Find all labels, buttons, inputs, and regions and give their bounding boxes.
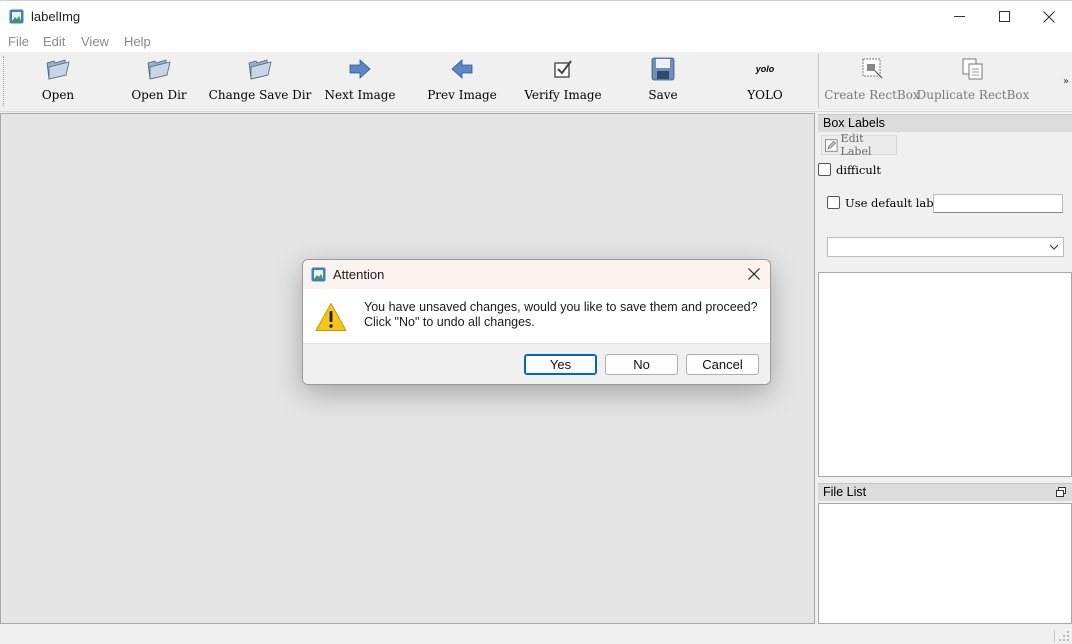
- minimize-button[interactable]: [936, 1, 982, 32]
- dialog-message-line1: You have unsaved changes, would you like…: [364, 300, 758, 314]
- menu-help[interactable]: Help: [124, 34, 151, 49]
- duplicate-icon: [962, 58, 983, 80]
- menu-bar: File Edit View Help: [0, 31, 1072, 52]
- maximize-icon: [998, 11, 1010, 22]
- arrow-right-icon: [349, 59, 371, 79]
- verify-image-button[interactable]: Verify Image: [524, 52, 602, 110]
- open-button[interactable]: Open: [28, 52, 88, 110]
- prev-image-button[interactable]: Prev Image: [427, 52, 497, 110]
- verify-image-label: Verify Image: [524, 88, 602, 102]
- dialog-close-button[interactable]: [746, 266, 762, 282]
- floppy-disk-icon: [651, 57, 675, 81]
- change-save-dir-label: Change Save Dir: [208, 88, 312, 102]
- warning-icon: [315, 303, 347, 331]
- folder-open-icon: [248, 59, 272, 80]
- close-icon: [748, 268, 760, 280]
- use-default-label-text: Use default label: [845, 196, 945, 210]
- toolbar-grip[interactable]: [3, 56, 6, 106]
- label-combobox[interactable]: [827, 237, 1064, 257]
- label-list[interactable]: [818, 272, 1072, 477]
- menu-view[interactable]: View: [81, 34, 109, 49]
- dialog-titlebar: Attention: [303, 260, 770, 289]
- edit-pencil-icon: [825, 138, 838, 152]
- maximize-button[interactable]: [981, 1, 1027, 32]
- status-bar: [0, 624, 1072, 644]
- minimize-icon: [953, 16, 965, 17]
- use-default-label-checkbox[interactable]: [827, 196, 840, 209]
- create-rectbox-button[interactable]: Create RectBox: [824, 52, 920, 110]
- duplicate-rectbox-label: Duplicate RectBox: [916, 88, 1030, 102]
- chevron-down-icon: [1049, 244, 1059, 250]
- dialog-title: Attention: [333, 267, 385, 282]
- save-button[interactable]: Save: [638, 52, 688, 110]
- close-window-button[interactable]: [1026, 1, 1072, 32]
- next-image-button[interactable]: Next Image: [324, 52, 396, 110]
- difficult-checkbox[interactable]: [818, 163, 831, 176]
- checkbox-icon: [554, 60, 572, 78]
- cancel-button[interactable]: Cancel: [686, 354, 759, 375]
- default-label-input[interactable]: [933, 194, 1063, 213]
- open-dir-label: Open Dir: [131, 88, 187, 102]
- menu-file[interactable]: File: [8, 34, 29, 49]
- window-titlebar: labelImg: [0, 0, 1072, 31]
- yolo-icon: yolo: [751, 55, 779, 83]
- folder-open-icon: [46, 59, 70, 80]
- save-label: Save: [648, 88, 678, 102]
- yolo-button[interactable]: yolo YOLO: [740, 52, 790, 110]
- next-image-label: Next Image: [324, 88, 396, 102]
- duplicate-rectbox-button[interactable]: Duplicate RectBox: [917, 52, 1029, 110]
- toolbar-overflow-button[interactable]: »: [1063, 76, 1069, 87]
- edit-label-button[interactable]: Edit Label: [821, 132, 897, 158]
- edit-label-text: Edit Label: [840, 132, 872, 158]
- attention-dialog: Attention You have unsaved changes, woul…: [302, 259, 771, 385]
- yes-button[interactable]: Yes: [524, 354, 597, 375]
- window-title: labelImg: [31, 9, 81, 24]
- app-logo-icon: [9, 9, 24, 24]
- open-dir-button[interactable]: Open Dir: [124, 52, 194, 110]
- file-list[interactable]: [818, 503, 1072, 624]
- file-list-title: File List: [823, 485, 867, 499]
- resize-grip-icon[interactable]: [1058, 630, 1070, 642]
- change-save-dir-button[interactable]: Change Save Dir: [209, 52, 311, 110]
- folder-open-icon: [147, 59, 171, 80]
- status-separator: [1054, 630, 1055, 642]
- create-rect-icon: [862, 58, 883, 79]
- box-labels-dock-title[interactable]: Box Labels: [818, 114, 1072, 132]
- open-label: Open: [41, 88, 75, 102]
- float-dock-icon[interactable]: [1056, 487, 1066, 497]
- dialog-message-line2: Click "No" to undo all changes.: [364, 315, 535, 329]
- file-list-dock-title[interactable]: File List: [818, 483, 1072, 501]
- difficult-label: difficult: [836, 163, 882, 177]
- dialog-message: You have unsaved changes, would you like…: [364, 300, 758, 330]
- prev-image-label: Prev Image: [427, 88, 497, 102]
- arrow-left-icon: [451, 59, 473, 79]
- dialog-footer: Yes No Cancel: [303, 343, 770, 384]
- toolbar-separator: [818, 54, 819, 108]
- yolo-icon-text: yolo: [755, 64, 775, 74]
- app-logo-icon: [311, 267, 326, 282]
- no-button[interactable]: No: [605, 354, 678, 375]
- menu-edit[interactable]: Edit: [43, 34, 65, 49]
- close-icon: [1043, 10, 1055, 23]
- dialog-body: You have unsaved changes, would you like…: [303, 289, 770, 343]
- toolbar: Open Open Dir Change Save Dir Next Image…: [0, 52, 1072, 112]
- create-rectbox-label: Create RectBox: [824, 88, 920, 102]
- yolo-label: YOLO: [747, 88, 783, 102]
